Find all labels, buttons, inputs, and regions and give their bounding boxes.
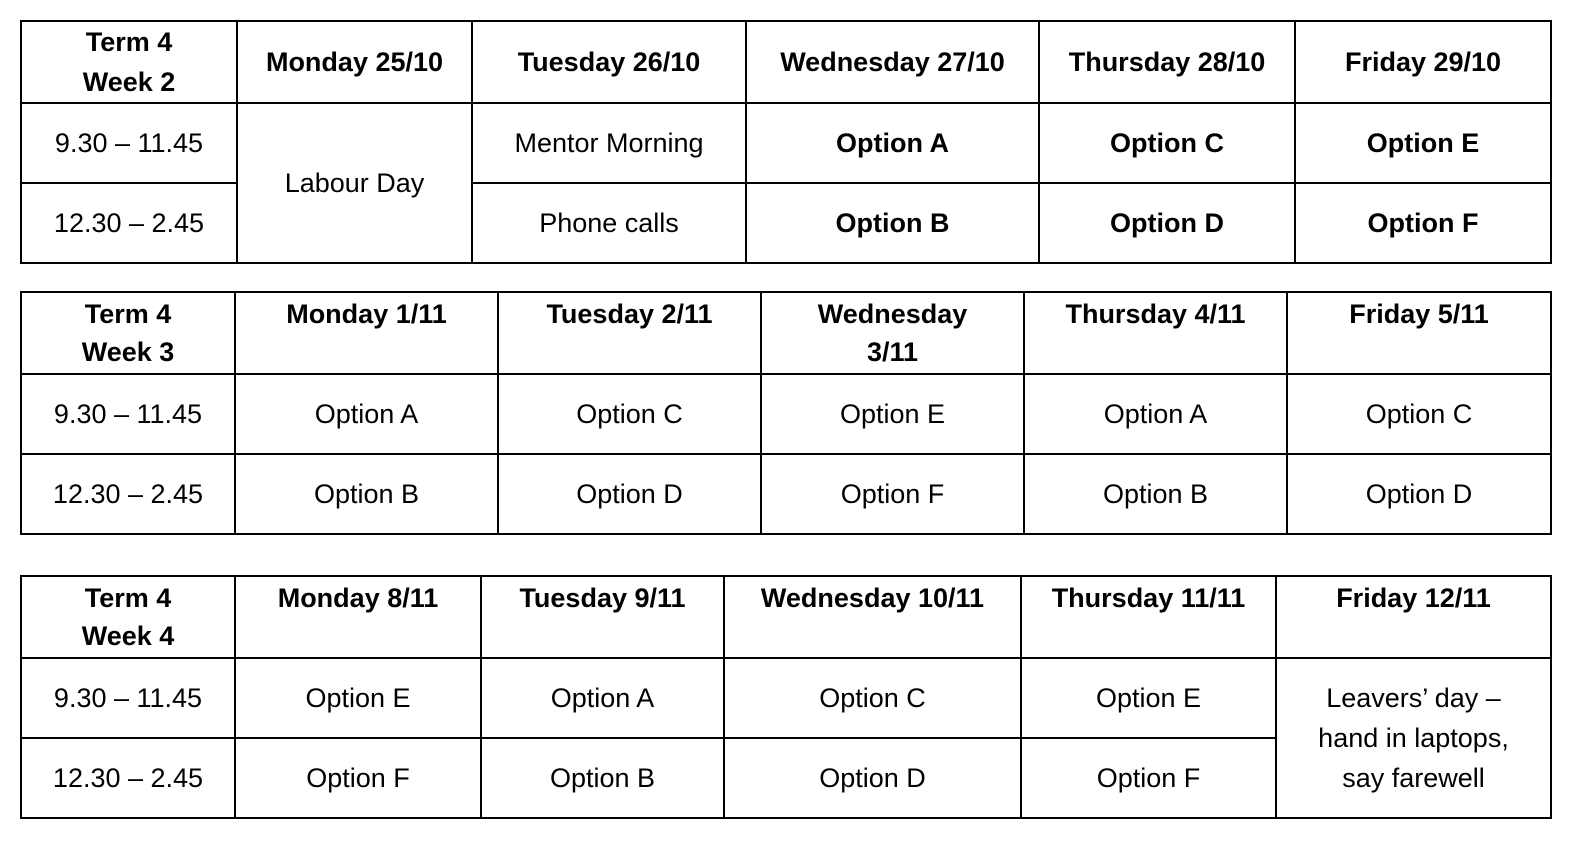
table-row: 9.30 – 11.45 Option A Option C Option E …: [20, 373, 1552, 455]
day-header: Monday 1/11: [234, 291, 499, 375]
labour-day-cell: Labour Day: [236, 102, 473, 264]
week-label: Week 3: [81, 337, 175, 367]
leavers-day-cell: Leavers’ day – hand in laptops, say fare…: [1275, 657, 1552, 819]
cell: Option B: [480, 737, 725, 819]
week-3-table: Term 4 Week 3 Monday 1/11 Tuesday 2/11 We…: [20, 291, 1552, 535]
day-header: Tuesday 2/11: [497, 291, 762, 375]
term-label: Term 4: [84, 299, 172, 329]
cell: Option A: [1023, 373, 1288, 455]
time-slot: 12.30 – 2.45: [20, 182, 238, 264]
day-header: Friday 29/10: [1294, 20, 1552, 104]
day-header: Tuesday 26/10: [471, 20, 747, 104]
day-header: Thursday 11/11: [1020, 575, 1277, 659]
cell: Option C: [497, 373, 762, 455]
table-row: 9.30 – 11.45 Option E Option A Option C …: [20, 657, 1552, 819]
day-header: Thursday 28/10: [1038, 20, 1296, 104]
header-row: Term 4 Week 3 Monday 1/11 Tuesday 2/11 We…: [20, 291, 1552, 375]
cell: Option F: [1294, 182, 1552, 264]
cell: Option E: [1294, 102, 1552, 184]
cell: Option C: [1286, 373, 1552, 455]
term-week-label: Term 4 Week 2: [20, 20, 238, 104]
cell: Option B: [1023, 453, 1288, 535]
cell: Option F: [1020, 737, 1277, 819]
cell: Option D: [497, 453, 762, 535]
cell: Option B: [745, 182, 1040, 264]
cell: Option A: [234, 373, 499, 455]
cell: Option F: [760, 453, 1025, 535]
day-header: Monday 25/10: [236, 20, 473, 104]
cell: Option A: [745, 102, 1040, 184]
header-row: Term 4 Week 2 Monday 25/10 Tuesday 26/10 …: [20, 20, 1552, 104]
time-slot: 9.30 – 11.45: [20, 102, 238, 184]
day-header: Wednesday 27/10: [745, 20, 1040, 104]
day-header: Wednesday 10/11: [723, 575, 1022, 659]
day-header: Friday 12/11: [1275, 575, 1552, 659]
time-slot: 9.30 – 11.45: [20, 373, 236, 455]
cell: Phone calls: [471, 182, 747, 264]
cell: Option C: [723, 657, 1022, 739]
table-row: 12.30 – 2.45 Option B Option D Option F …: [20, 453, 1552, 535]
week-2-table: Term 4 Week 2 Monday 25/10 Tuesday 26/10 …: [20, 20, 1552, 264]
term-label: Term 4: [84, 583, 172, 613]
week-4-table: Term 4 Week 4 Monday 8/11 Tuesday 9/11 We…: [20, 575, 1552, 819]
term-week-label: Term 4 Week 3: [20, 291, 236, 375]
day-header: Wednesday 3/11: [760, 291, 1025, 375]
day-header: Friday 5/11: [1286, 291, 1552, 375]
cell: Option D: [1286, 453, 1552, 535]
time-slot: 9.30 – 11.45: [20, 657, 236, 739]
day-header: Tuesday 9/11: [480, 575, 725, 659]
cell: Option A: [480, 657, 725, 739]
cell: Option F: [234, 737, 482, 819]
term-week-label: Term 4 Week 4: [20, 575, 236, 659]
day-header: Thursday 4/11: [1023, 291, 1288, 375]
week-label: Week 4: [81, 621, 175, 651]
table-row: 9.30 – 11.45 Labour Day Mentor Morning O…: [20, 102, 1552, 264]
cell: Option D: [723, 737, 1022, 819]
cell: Option E: [1020, 657, 1277, 739]
time-slot: 12.30 – 2.45: [20, 453, 236, 535]
week-label: Week 2: [82, 67, 176, 97]
term-label: Term 4: [85, 27, 173, 57]
cell: Option B: [234, 453, 499, 535]
day-header: Monday 8/11: [234, 575, 482, 659]
header-row: Term 4 Week 4 Monday 8/11 Tuesday 9/11 We…: [20, 575, 1552, 659]
time-slot: 12.30 – 2.45: [20, 737, 236, 819]
cell: Option E: [760, 373, 1025, 455]
cell: Option E: [234, 657, 482, 739]
cell: Option D: [1038, 182, 1296, 264]
cell: Mentor Morning: [471, 102, 747, 184]
cell: Option C: [1038, 102, 1296, 184]
